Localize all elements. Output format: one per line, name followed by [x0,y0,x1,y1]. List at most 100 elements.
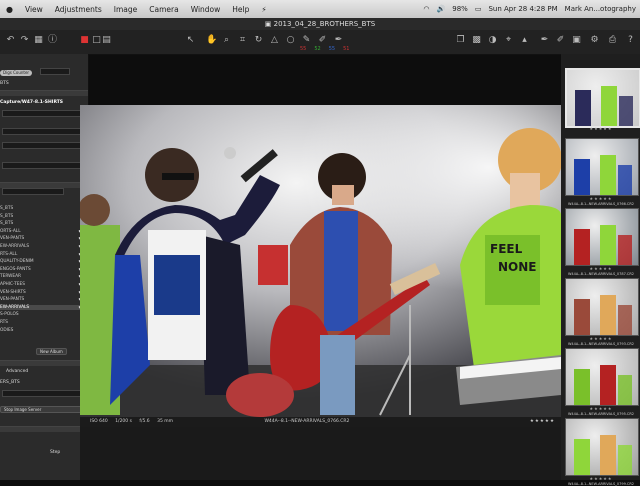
field-4[interactable] [2,162,82,169]
thumbnail-rating[interactable]: ★★★★★ [565,196,637,201]
thumbnail-rating[interactable]: ★★★★★ [565,266,637,271]
window-title: 2013_04_28_BROTHERS_BTS [273,20,376,28]
wifi-icon[interactable]: ◠ [423,5,429,13]
stop-server-button[interactable]: Stop Image Server [0,406,88,413]
album-item[interactable]: ODIES [0,328,82,333]
help-icon[interactable]: ? [626,36,635,45]
filmstrip-thumbnail[interactable] [565,68,640,128]
count-red: 55 [300,46,307,52]
filmstrip-thumbnail[interactable] [565,278,639,336]
focus-icon[interactable]: ⌖ [504,36,513,45]
album-item[interactable]: ENGOS-PANTS♥ [0,267,82,272]
album-item-label: S_BTS [0,206,14,211]
album-item-label: EW-ARRIVALS [0,244,30,249]
info-icon[interactable]: ⓘ [48,36,57,45]
menu-view[interactable]: View [19,5,49,14]
album-item[interactable]: VEN-PANTS♥ [0,236,82,241]
album-item[interactable]: EW-ARRIVALS♥ [0,244,82,249]
album-item[interactable]: EW-ARRIVALS♥ [0,304,82,310]
digs-counter-pill[interactable]: Digs Counter [0,70,33,76]
hand-icon[interactable]: ✋ [206,36,217,45]
album-item[interactable]: TERWEAR♥ [0,274,82,279]
camera-icon[interactable]: ▣ [572,36,581,45]
filmstrip-thumbnail[interactable] [565,138,639,196]
menu-image[interactable]: Image [108,5,144,14]
album-item-label: VEN-PANTS [0,236,25,242]
marker-icon[interactable]: ✐ [556,36,565,45]
user-menu[interactable]: Mark An...otography [565,5,636,13]
album-item[interactable]: RTS-ALL♥ [0,252,82,257]
cursor-icon[interactable]: ↖ [186,36,195,45]
viewer-icon[interactable]: □ [92,36,101,45]
album-item-label: S_BTS [0,213,14,219]
album-item[interactable]: VEN-PANTS♥ [0,297,82,302]
print-icon[interactable]: ⎙ [608,36,617,45]
settings-icon[interactable]: ⚙ [590,36,599,45]
grid-overlay-icon[interactable]: ▩ [472,36,481,45]
album-item-label: VEN-PANTS [0,297,25,303]
filter-value: ERS_BTS [0,380,20,385]
section-header-3[interactable] [0,360,88,366]
lightning-icon[interactable]: ⚡ [255,5,272,14]
rating-stars[interactable]: ★★★★★ [530,417,555,427]
album-item-label: APHIC-TEES [0,282,25,287]
section-header-1[interactable] [0,90,88,96]
album-item[interactable]: S_BTS [0,214,82,219]
album-item[interactable]: APHIC-TEES♥ [0,282,82,287]
menu-camera[interactable]: Camera [143,5,184,14]
pen-icon[interactable]: ✒ [540,36,549,45]
thumbnail-rating[interactable]: ★★★★★ [565,406,637,411]
section-header-4[interactable] [0,426,88,432]
menu-help[interactable]: Help [226,5,255,14]
new-album-button[interactable]: New Album [36,348,67,355]
annotate-icon[interactable]: ✒ [334,36,343,45]
keystone-icon[interactable]: △ [270,36,279,45]
rotate-icon[interactable]: ↻ [254,36,263,45]
field-2[interactable] [2,128,82,135]
count-blue: 55 [328,46,336,52]
picker-icon[interactable]: ✐ [318,36,327,45]
battery-percent[interactable]: 98% [452,5,468,13]
field-3[interactable] [2,142,82,149]
guides-icon[interactable]: ▴ [520,36,529,45]
menu-window[interactable]: Window [185,5,227,14]
thumbnail-filename: W44A--8.1--NEW-ARRIVALS_0799.CR2 [567,482,635,486]
undo-icon[interactable]: ↶ [6,36,15,45]
album-item[interactable]: S_BTS [0,206,82,211]
filmstrip-thumbnail[interactable] [565,208,639,266]
clock[interactable]: Sun Apr 28 4:28 PM [488,5,557,13]
album-filter[interactable] [2,188,64,195]
volume-icon[interactable]: 🔊 [437,5,446,13]
filmstrip-thumbnail[interactable] [565,348,639,406]
album-item[interactable]: S_BTS [0,221,82,226]
layout-icon[interactable]: ■ [80,36,89,45]
filter-field[interactable] [2,390,82,397]
album-item[interactable]: ORTS-ALL♥ [0,229,82,234]
album-item[interactable]: RTS [0,320,82,325]
filmstrip-thumbnail[interactable] [565,418,639,476]
image-viewer[interactable]: FEEL NONE [80,105,561,417]
document-icon: ▣ [264,20,274,28]
redo-icon[interactable]: ↷ [20,36,29,45]
exposure-icon[interactable]: ◑ [488,36,497,45]
apple-icon[interactable]: ● [0,5,19,14]
spot-icon[interactable]: ○ [286,36,295,45]
thumbnail-rating[interactable]: ★★★★★ [565,336,637,341]
counter-field[interactable] [40,68,70,75]
field-1[interactable] [2,110,82,117]
thumbnail-rating[interactable]: ★★★★★ [565,126,637,131]
crop-icon[interactable]: ⌗ [238,36,247,45]
thumbnail-rating[interactable]: ★★★★★ [565,476,637,481]
brush-icon[interactable]: ✎ [302,36,311,45]
focal-value: 35 mm [157,419,174,424]
grid-icon[interactable]: ▦ [34,36,43,45]
album-item[interactable]: S-POLOS [0,312,82,317]
copy-icon[interactable]: ❐ [456,36,465,45]
album-item[interactable]: VEN-SHIRTS♥ [0,290,82,295]
menu-adjustments[interactable]: Adjustments [49,5,108,14]
album-item-label: QUALITY-DENIM [0,259,34,265]
thumbnail-filename: W44A--8.1--NEW-ARRIVALS_0793.CR2 [567,342,635,346]
browser-icon[interactable]: ▤ [102,36,111,45]
zoom-icon[interactable]: ⌕ [222,36,231,45]
album-item[interactable]: QUALITY-DENIM♥ [0,259,82,264]
